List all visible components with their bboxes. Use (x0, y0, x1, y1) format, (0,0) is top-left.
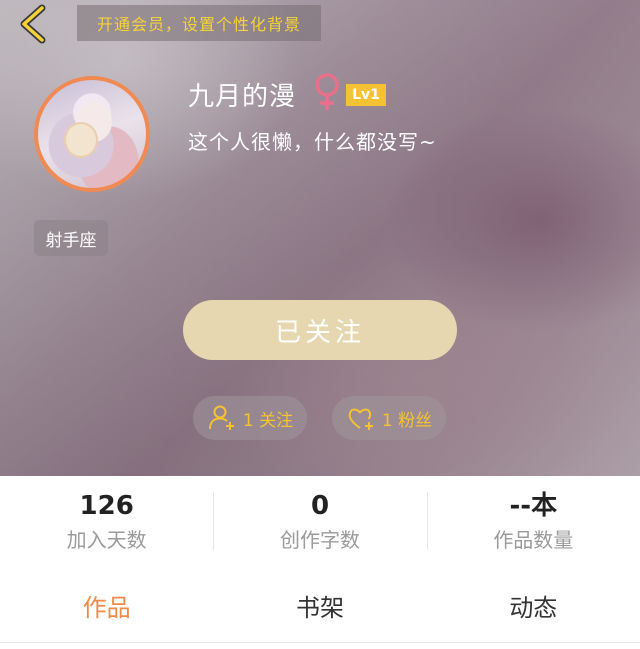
following-count-button[interactable]: 1 关注 (193, 396, 307, 440)
stats-bar: 126 加入天数 0 创作字数 --本 作品数量 (0, 476, 640, 566)
back-button[interactable] (14, 4, 54, 44)
stat-works-count: --本 作品数量 (426, 476, 640, 566)
stat-value: 0 (310, 490, 330, 521)
tab-bookshelf[interactable]: 书架 (213, 574, 426, 636)
bio-text: 这个人很懒，什么都没写~ (188, 130, 437, 154)
following-label: 1 关注 (242, 410, 294, 431)
stat-value: 126 (79, 490, 134, 521)
follow-button[interactable]: 已关注 (183, 300, 457, 360)
tabs-divider (0, 642, 640, 643)
fans-count-button[interactable]: 1 粉丝 (332, 396, 446, 440)
tab-works[interactable]: 作品 (0, 574, 213, 636)
profile-tabs: 作品 书架 动态 (0, 574, 640, 636)
vip-background-banner[interactable]: 开通会员，设置个性化背景 (77, 5, 321, 41)
chevron-left-icon (20, 4, 46, 44)
user-add-icon (208, 405, 234, 430)
profile-header-background: 开通会员，设置个性化背景 射手座 九月的漫 Lv1 这个人很懒，什么都没写~ 已… (0, 0, 640, 476)
stat-join-days: 126 加入天数 (0, 476, 213, 566)
level-badge: Lv1 (346, 84, 386, 106)
avatar-fan (64, 122, 98, 158)
female-icon (315, 73, 339, 110)
zodiac-badge: 射手座 (34, 220, 108, 256)
tab-activity[interactable]: 动态 (427, 574, 640, 636)
stat-label: 作品数量 (493, 527, 574, 552)
avatar[interactable] (34, 76, 150, 192)
stat-label: 创作字数 (279, 527, 360, 552)
username: 九月的漫 (188, 82, 297, 112)
fans-label: 1 粉丝 (381, 410, 433, 431)
heart-add-icon (348, 408, 373, 430)
stat-label: 加入天数 (66, 527, 147, 552)
stat-value: --本 (509, 490, 558, 521)
stat-word-count: 0 创作字数 (213, 476, 426, 566)
